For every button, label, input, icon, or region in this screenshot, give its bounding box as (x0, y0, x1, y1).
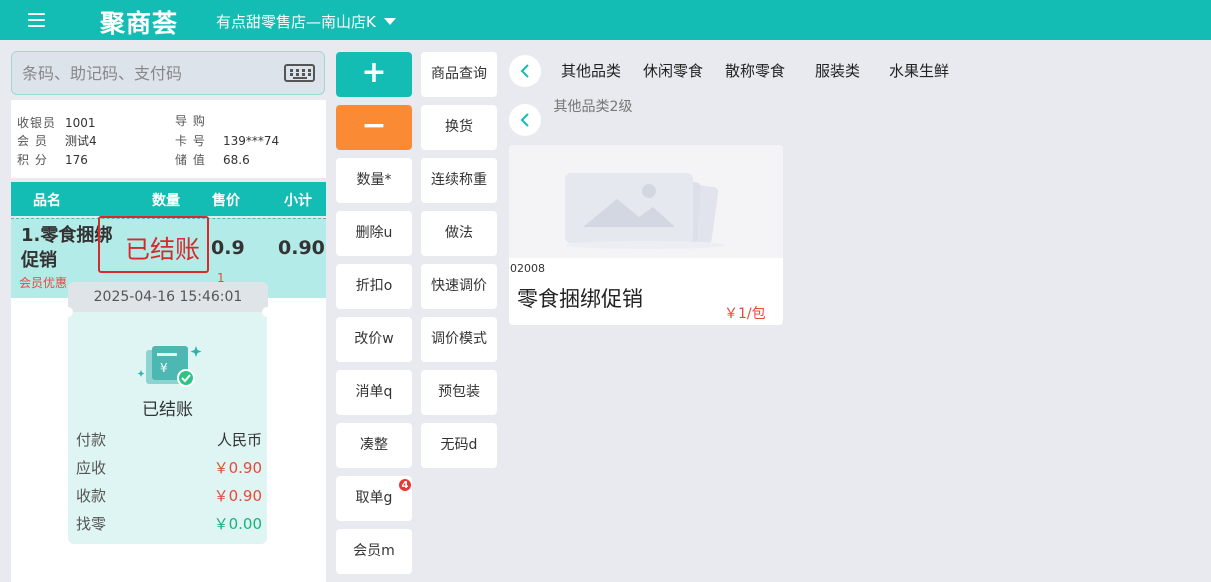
category-back-button[interactable] (509, 55, 541, 87)
barcode-search-input[interactable] (22, 62, 272, 84)
category-tab[interactable]: 服装类 (815, 60, 860, 81)
card-label: 卡 号 (175, 134, 206, 148)
member-value: 测试4 (65, 134, 97, 148)
order-grid-header: 品名 数量 售价 小计 (11, 182, 326, 216)
item-promo-tag: 会员优惠 (19, 276, 68, 290)
change-price-button[interactable]: 改价w (336, 317, 412, 362)
chevron-left-icon (520, 113, 529, 127)
svg-text:¥: ¥ (160, 361, 168, 375)
search-box (11, 51, 325, 95)
take-order-label: 取单g (355, 490, 393, 506)
receipt-card: ¥ 已结账 付款 人民币 应收 ￥0.90 收款 ￥0.90 找零 ￥0.00 (63, 307, 272, 544)
take-order-button[interactable]: 取单g 4 (336, 476, 412, 521)
settled-stamp: 已结账 (98, 216, 209, 273)
balance-value: 68.6 (223, 153, 250, 167)
price-mode-button[interactable]: 调价模式 (421, 317, 497, 362)
receipt-check-icon: ¥ (137, 346, 202, 387)
col-name: 品名 (33, 193, 61, 209)
receipt-time: 2025-04-16 15:46:01 (68, 282, 268, 312)
category-tab[interactable]: 其他品类 (561, 60, 621, 81)
category-tab[interactable]: 水果生鲜 (889, 60, 949, 81)
quantity-button[interactable]: 数量* (336, 158, 412, 203)
col-price: 售价 (212, 193, 240, 209)
recipe-button[interactable]: 做法 (421, 211, 497, 256)
settled-stamp-text: 已结账 (125, 235, 201, 264)
cashier-value: 1001 (65, 116, 96, 130)
receipt-line: 付款 人民币 (76, 431, 262, 449)
no-code-button[interactable]: 无码d (421, 423, 497, 468)
guide-label: 导 购 (175, 114, 206, 128)
product-query-button[interactable]: 商品查询 (421, 52, 497, 97)
discount-button[interactable]: 折扣o (336, 264, 412, 309)
card-value: 139***74 (223, 134, 280, 148)
prepack-button[interactable]: 预包装 (421, 370, 497, 415)
store-name: 有点甜零售店—南山店K (216, 13, 376, 31)
chevron-left-icon (520, 64, 529, 78)
reduce-qty-button[interactable]: − (336, 105, 412, 150)
points-value: 176 (65, 153, 88, 167)
round-off-button[interactable]: 凑整 (336, 423, 412, 468)
continuous-weigh-button[interactable]: 连续称重 (421, 158, 497, 203)
subcategory-tab[interactable]: 其他品类2级 (553, 97, 633, 117)
menu-icon[interactable] (28, 13, 45, 27)
subcategory-back-button[interactable] (509, 104, 541, 136)
receipt-line: 找零 ￥0.00 (76, 515, 262, 533)
balance-label: 储 值 (175, 153, 206, 167)
store-selector[interactable]: 有点甜零售店—南山店K (216, 11, 396, 32)
member-button[interactable]: 会员m (336, 529, 412, 574)
image-placeholder-icon (565, 173, 726, 249)
take-order-badge: 4 (398, 478, 412, 492)
receipt-line: 收款 ￥0.90 (76, 487, 262, 505)
category-tab[interactable]: 散称零食 (725, 60, 785, 81)
receipt-title: 已结账 (142, 400, 193, 420)
app-logo: 聚商荟 (100, 9, 179, 38)
product-code: 02008 (510, 262, 545, 275)
product-name: 零食捆绑促销 (517, 287, 643, 311)
col-subtotal: 小计 (284, 193, 312, 209)
keyboard-icon[interactable] (284, 64, 315, 82)
member-label: 会 员 (17, 134, 48, 148)
quick-price-button[interactable]: 快速调价 (421, 264, 497, 309)
product-image-placeholder (509, 145, 783, 258)
item-price: 0.9 (211, 237, 245, 259)
col-qty: 数量 (152, 193, 180, 209)
cancel-order-button[interactable]: 消单q (336, 370, 412, 415)
cashier-label: 收银员 (17, 116, 57, 130)
cashier-info-panel: 收银员 1001 导 购 会 员 测试4 卡 号 139***74 积 分 176 储 … (11, 100, 326, 178)
product-card[interactable]: 02008 零食捆绑促销 ￥1/包 (509, 145, 783, 325)
item-subtotal: 0.90 (278, 237, 325, 259)
receipt-line: 应收 ￥0.90 (76, 459, 262, 477)
product-price: ￥1/包 (724, 306, 766, 322)
top-bar: 聚商荟 有点甜零售店—南山店K (0, 0, 1211, 40)
delete-button[interactable]: 删除u (336, 211, 412, 256)
points-label: 积 分 (17, 153, 48, 167)
add-qty-button[interactable]: + (336, 52, 412, 97)
category-tab[interactable]: 休闲零食 (643, 60, 703, 81)
exchange-button[interactable]: 换货 (421, 105, 497, 150)
chevron-down-icon (383, 18, 396, 25)
